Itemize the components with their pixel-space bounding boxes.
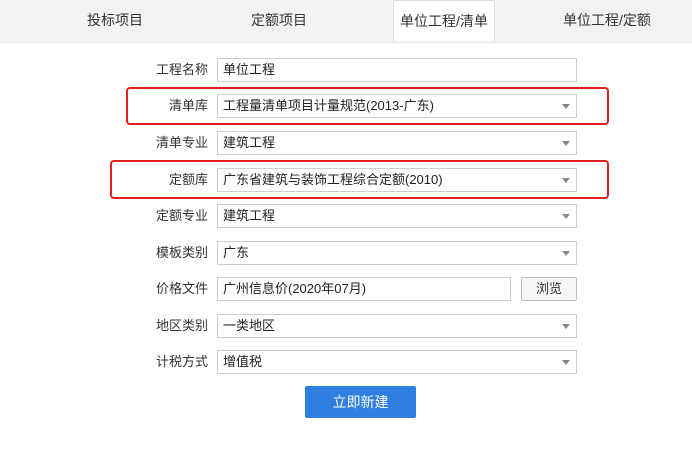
- tab-bar: 投标项目 定额项目 单位工程/清单 单位工程/定额: [0, 0, 692, 43]
- price-file-input[interactable]: 广州信息价(2020年07月): [217, 277, 511, 301]
- dropdown-arrow-icon: [562, 141, 570, 146]
- template-category-value: 广东: [223, 245, 250, 260]
- form-row-price-file: 价格文件 广州信息价(2020年07月) 浏览: [0, 277, 692, 301]
- form-row-bill-specialty: 清单专业 建筑工程: [0, 131, 692, 155]
- form-row-quota-specialty: 定额专业 建筑工程: [0, 204, 692, 228]
- bill-specialty-value: 建筑工程: [223, 135, 276, 150]
- tax-method-label: 计税方式: [155, 354, 208, 369]
- form-row-region-category: 地区类别 一类地区: [0, 314, 692, 338]
- bill-specialty-label: 清单专业: [155, 135, 208, 150]
- dropdown-arrow-icon: [562, 178, 570, 183]
- price-file-label: 价格文件: [155, 281, 208, 296]
- bill-library-select[interactable]: 工程量清单项目计量规范(2013-广东): [217, 94, 577, 118]
- bill-library-value: 工程量清单项目计量规范(2013-广东): [223, 98, 434, 113]
- dropdown-arrow-icon: [562, 324, 570, 329]
- region-category-label: 地区类别: [155, 318, 208, 333]
- bill-specialty-select[interactable]: 建筑工程: [217, 131, 577, 155]
- quota-specialty-label: 定额专业: [155, 208, 208, 223]
- form-row-quota-library: 定额库 广东省建筑与装饰工程综合定额(2010): [0, 168, 692, 192]
- project-name-label: 工程名称: [155, 62, 208, 77]
- quota-library-select[interactable]: 广东省建筑与装饰工程综合定额(2010): [217, 168, 577, 192]
- form-row-project-name: 工程名称 单位工程: [0, 58, 692, 82]
- form-row-bill-library: 清单库 工程量清单项目计量规范(2013-广东): [0, 94, 692, 118]
- tab-unit-quota[interactable]: 单位工程/定额: [552, 0, 662, 42]
- browse-button[interactable]: 浏览: [521, 277, 577, 301]
- quota-library-label: 定额库: [168, 172, 208, 187]
- quota-library-value: 广东省建筑与装饰工程综合定额(2010): [223, 172, 443, 187]
- dropdown-arrow-icon: [562, 214, 570, 219]
- form-row-template-category: 模板类别 广东: [0, 241, 692, 265]
- tab-unit-bill[interactable]: 单位工程/清单: [393, 0, 495, 41]
- quota-specialty-value: 建筑工程: [223, 208, 276, 223]
- dropdown-arrow-icon: [562, 251, 570, 256]
- bill-library-label: 清单库: [168, 98, 208, 113]
- region-category-value: 一类地区: [223, 318, 276, 333]
- project-name-input[interactable]: 单位工程: [217, 58, 577, 82]
- dropdown-arrow-icon: [562, 104, 570, 109]
- dropdown-arrow-icon: [562, 360, 570, 365]
- tax-method-value: 增值税: [223, 354, 263, 369]
- template-category-label: 模板类别: [155, 245, 208, 260]
- template-category-select[interactable]: 广东: [217, 241, 577, 265]
- create-now-button[interactable]: 立即新建: [305, 386, 416, 418]
- form-row-tax-method: 计税方式 增值税: [0, 350, 692, 374]
- tax-method-select[interactable]: 增值税: [217, 350, 577, 374]
- region-category-select[interactable]: 一类地区: [217, 314, 577, 338]
- tab-bid-project[interactable]: 投标项目: [60, 0, 170, 42]
- tab-quota-project[interactable]: 定额项目: [224, 0, 334, 42]
- quota-specialty-select[interactable]: 建筑工程: [217, 204, 577, 228]
